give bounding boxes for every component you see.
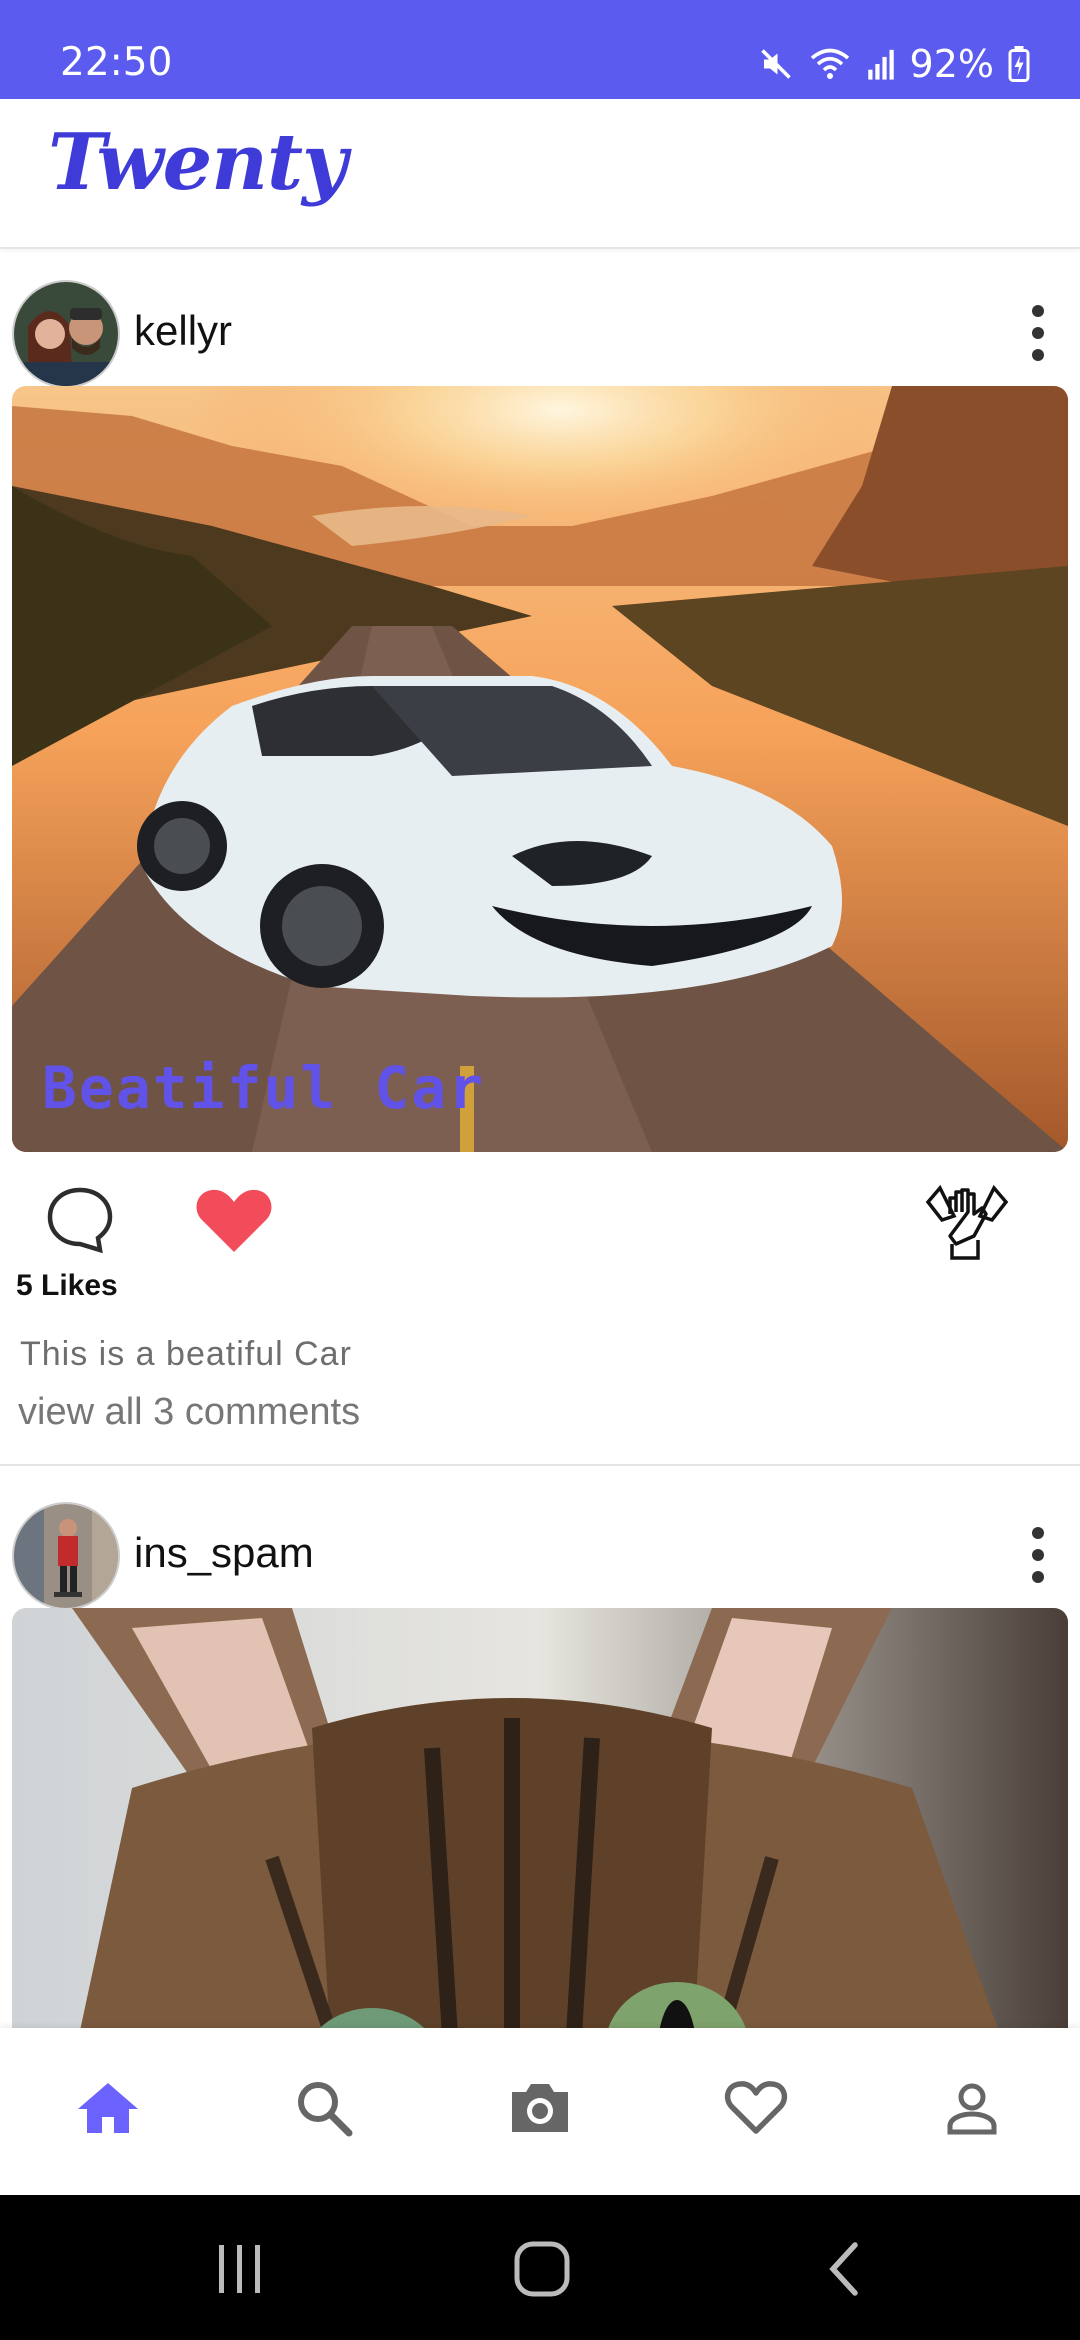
more-dot (1032, 1527, 1044, 1539)
username[interactable]: kellyr (134, 307, 232, 355)
more-options-button[interactable] (1026, 305, 1050, 361)
status-time: 22:50 (60, 40, 173, 85)
comment-icon[interactable] (44, 1184, 116, 1256)
post-caption: This is a beatiful Car (20, 1335, 352, 1373)
battery-percent: 92% (909, 42, 994, 86)
post-divider (0, 1464, 1080, 1466)
more-dot (1032, 349, 1044, 361)
avatar[interactable] (12, 280, 120, 388)
post-header: ins_spam (0, 1487, 1080, 1617)
heart-icon (724, 2081, 788, 2134)
nav-camera[interactable] (500, 2068, 580, 2148)
system-navigation-bar (0, 2195, 1080, 2340)
app-header: Twenty (0, 99, 1080, 249)
feed[interactable]: kellyr Beatiful Car 5 Likes This is a be… (0, 251, 1080, 2028)
battery-charging-icon (1008, 46, 1030, 82)
camera-icon (512, 2084, 568, 2132)
post-image[interactable]: Beatiful Car (12, 386, 1068, 1152)
nav-profile[interactable] (932, 2068, 1012, 2148)
home-system-button[interactable] (507, 2237, 577, 2301)
home-icon (78, 2083, 138, 2133)
post-header: kellyr (0, 265, 1080, 395)
username[interactable]: ins_spam (134, 1529, 314, 1577)
back-button[interactable] (810, 2237, 880, 2301)
back-icon (829, 2242, 858, 2296)
view-comments-link[interactable]: view all 3 comments (18, 1391, 360, 1434)
like-heart-icon[interactable] (194, 1186, 274, 1256)
mute-icon (760, 49, 791, 79)
more-options-button[interactable] (1026, 1527, 1050, 1583)
nav-search[interactable] (284, 2068, 364, 2148)
bottom-navigation (0, 2028, 1080, 2195)
profile-icon (947, 2083, 997, 2135)
cat-photo-icon (12, 1608, 1068, 2028)
post-actions (0, 1168, 1080, 1278)
likes-count[interactable]: 5 Likes (16, 1269, 118, 1303)
status-bar: 22:50 92% (0, 0, 1080, 99)
more-dot (1032, 1549, 1044, 1561)
more-dot (1032, 305, 1044, 317)
more-dot (1032, 327, 1044, 339)
nav-home[interactable] (68, 2068, 148, 2148)
search-icon (298, 2082, 353, 2137)
more-dot (1032, 1571, 1044, 1583)
signal-icon (867, 49, 894, 80)
high-five-icon[interactable] (922, 1178, 1012, 1264)
nav-activity[interactable] (716, 2068, 796, 2148)
app-logo[interactable]: Twenty (48, 117, 347, 208)
status-icons: 92% (758, 40, 1030, 88)
avatar[interactable] (12, 1502, 120, 1610)
recents-icon (219, 2245, 260, 2293)
home-circle-icon (514, 2241, 570, 2297)
car-photo-icon (12, 386, 1068, 1152)
post-image[interactable] (12, 1608, 1068, 2028)
wifi-icon (810, 48, 849, 79)
recents-button[interactable] (205, 2237, 275, 2301)
image-overlay-text: Beatiful Car (42, 1054, 486, 1122)
